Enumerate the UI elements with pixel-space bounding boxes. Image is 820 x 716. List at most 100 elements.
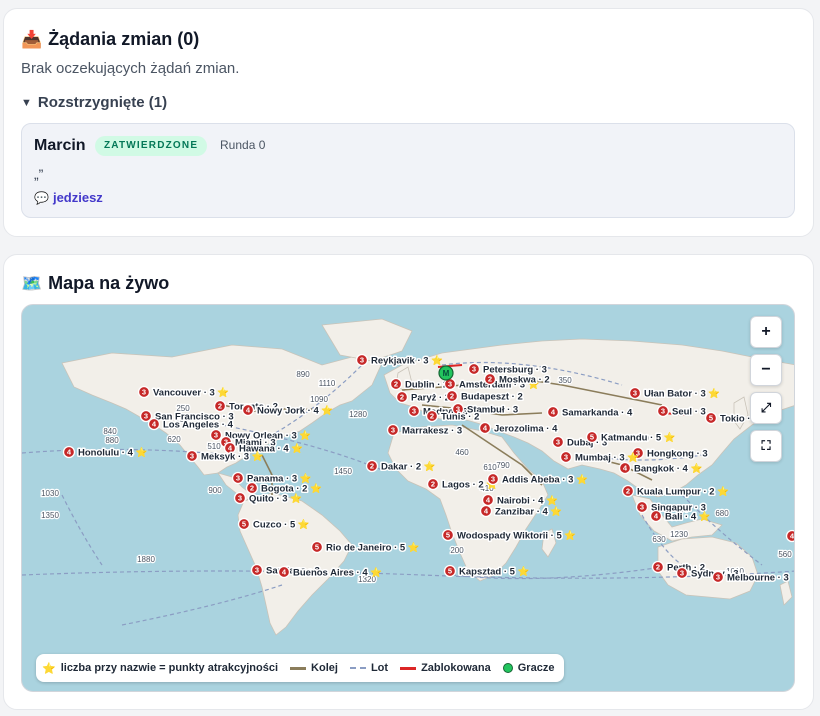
empty-state-text: Brak oczekujących żądań zmian. — [21, 60, 240, 77]
route-distance-label: 510 — [207, 442, 221, 451]
city-label: Vancouver · 3 ⭐ — [153, 386, 229, 398]
city-value: 3 — [238, 494, 242, 503]
city-label: Seul · 3 — [672, 406, 706, 417]
route-distance-label: 1090 — [310, 395, 328, 404]
city-label: Samarkanda · 4 — [562, 407, 633, 418]
city-marker[interactable]: 5 Kapsztad · 5 ⭐ — [443, 564, 531, 579]
legend-blocked: Zablokowana — [400, 662, 491, 674]
city-marker[interactable]: 4 Bali · 4 ⭐ — [649, 509, 712, 524]
city-marker[interactable]: 3 Dubaj · 3 — [551, 436, 609, 450]
city-value: 3 — [448, 380, 452, 389]
city-value: 5 — [242, 520, 246, 529]
south-america — [237, 492, 353, 636]
city-value: 2 — [431, 480, 435, 489]
city-marker[interactable]: 2 Tunis · 2 — [425, 410, 481, 424]
blocked-swatch — [400, 666, 417, 670]
route-distance-label: 1110 — [319, 379, 336, 388]
resolved-toggle[interactable]: ▼ Rozstrzygnięte (1) — [21, 94, 167, 111]
flight-swatch — [349, 667, 366, 669]
rail-swatch — [290, 666, 307, 670]
city-value: 3 — [680, 569, 684, 578]
city-label: Marrakesz · 3 — [402, 425, 462, 436]
change-requests-panel: 📥 Żądania zmian (0) Brak oczekujących żą… — [3, 8, 814, 237]
route-distance-label: 200 — [450, 546, 464, 555]
city-marker[interactable]: 3 Addis Abeba · 3 ⭐ — [486, 472, 590, 487]
city-value: 2 — [250, 484, 254, 493]
city-label: Mumbaj · 3 ⭐ — [575, 451, 639, 463]
player-swatch — [502, 663, 513, 673]
city-label: Cuzco · 5 ⭐ — [253, 518, 310, 530]
route-distance-label: 1280 — [349, 410, 367, 419]
city-value: 3 — [236, 474, 240, 483]
speech-bubble-icon: 💬 — [34, 190, 49, 205]
city-marker[interactable]: 2 Kuala Lumpur · 2 ⭐ — [621, 484, 731, 499]
star-icon: ⭐ — [42, 662, 56, 675]
live-map-title: Mapa na żywo — [48, 273, 170, 293]
legend-flight: Lot — [349, 662, 388, 674]
city-marker[interactable]: 4 Nowy Jork · 4 ⭐ — [241, 403, 335, 418]
city-marker[interactable]: 2 Dublin · 2 — [389, 378, 450, 392]
city-label: Nairobi · 4 ⭐ — [497, 494, 558, 506]
request-comment: 💬 jedziesz — [34, 190, 103, 205]
route-distance-label: 880 — [105, 436, 119, 445]
city-value: 5 — [315, 543, 319, 552]
city-label: Rio de Janeiro · 5 ⭐ — [326, 541, 420, 553]
change-requests-heading: 📥 Żądania zmian (0) — [21, 29, 199, 50]
city-label: Tunis · 2 — [441, 411, 479, 422]
route-distance-label: 460 — [455, 448, 469, 457]
route-distance-label: 790 — [496, 461, 510, 470]
city-label: Meksyk · 3 ⭐ — [201, 450, 264, 462]
route-distance-label: 1350 — [41, 511, 59, 520]
world-map-icon: 🗺️ — [21, 273, 43, 293]
city-marker[interactable]: 3 Ułan Bator · 3 ⭐ — [628, 386, 722, 401]
city-marker[interactable]: 5 Wodospady Wiktorii · 5 ⭐ — [441, 528, 578, 543]
city-value: 2 — [626, 487, 630, 496]
route-distance-label: 610 — [483, 463, 497, 472]
route-distance-label: 890 — [296, 370, 310, 379]
city-marker[interactable]: 2 Paryż · 2 — [395, 391, 452, 405]
city-marker[interactable]: 5 Rio de Janeiro · 5 ⭐ — [310, 540, 421, 555]
city-value: 2 — [218, 402, 222, 411]
zoom-out-button[interactable]: − — [750, 354, 782, 386]
city-value: 3 — [716, 573, 720, 582]
city-value: 4 — [790, 532, 795, 541]
route-distance-label: 630 — [652, 535, 666, 544]
expand-icon[interactable]: ⤢ — [750, 392, 782, 424]
city-value: 3 — [412, 407, 416, 416]
inbox-tray-icon: 📥 — [21, 29, 43, 49]
city-label: Dublin · 2 — [405, 379, 448, 390]
route-distance-label: 350 — [558, 376, 572, 385]
world-map[interactable]: 890111010901280250150840880 6205101450900… — [22, 305, 795, 692]
city-value: 3 — [640, 503, 644, 512]
city-label: Hongkong · 3 — [647, 448, 708, 459]
city-marker[interactable]: 4Fidżi · 4 ⭐ — [785, 529, 796, 543]
resolved-summary-label: Rozstrzygnięte (1) — [37, 94, 168, 111]
route-distance-label: 1030 — [41, 489, 59, 498]
city-value: 5 — [590, 433, 594, 442]
city-marker[interactable]: 4 Honolulu · 4 ⭐ — [62, 445, 149, 460]
city-marker[interactable]: 3 Vancouver · 3 ⭐ — [137, 385, 231, 400]
city-value: 3 — [142, 388, 146, 397]
city-marker[interactable]: 3 Seul · 3 — [656, 405, 707, 419]
city-label: Ułan Bator · 3 ⭐ — [644, 387, 720, 399]
city-value: 2 — [370, 462, 374, 471]
resolved-request-item: Marcin ZATWIERDZONE Runda 0 „” 💬 jedzies… — [21, 123, 795, 218]
city-marker[interactable]: 4 Buenos Aires · 4 ⭐ — [277, 565, 384, 580]
legend-points-note: ⭐ liczba przy nazwie = punkty atrakcyjno… — [42, 662, 278, 675]
city-value: 3 — [360, 356, 364, 365]
map-canvas[interactable]: 890 1110 1090 1280 250 150 840 880 620 510 1450 900… — [21, 304, 795, 692]
live-map-heading: 🗺️ Mapa na żywo — [21, 273, 169, 294]
city-label: Kuala Lumpur · 2 ⭐ — [637, 485, 729, 497]
request-round: Runda 0 — [220, 138, 266, 152]
city-label: Reykjavik · 3 ⭐ — [371, 354, 443, 366]
zoom-in-button[interactable]: + — [750, 316, 782, 348]
live-map-panel: 🗺️ Mapa na żywo 890 1110 1090 1280 250 1… — [3, 254, 814, 710]
city-value: 3 — [491, 475, 495, 484]
city-marker[interactable]: 2 Dakar · 2 ⭐ — [365, 459, 437, 474]
city-value: 5 — [448, 567, 452, 576]
fullscreen-icon[interactable]: ⛶ — [750, 430, 782, 462]
city-value: 2 — [488, 375, 492, 384]
city-value: 3 — [472, 365, 476, 374]
player-marker[interactable]: M — [438, 365, 454, 381]
city-value: 3 — [214, 431, 218, 440]
